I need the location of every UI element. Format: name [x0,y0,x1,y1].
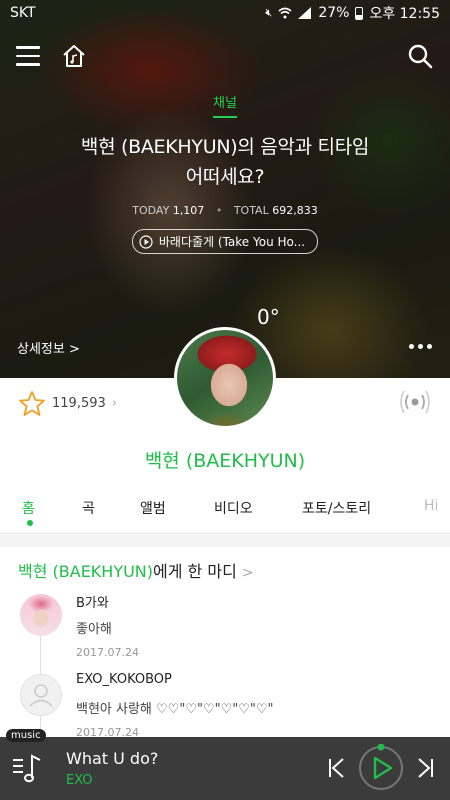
hero-title: 백현 (BAEKHYUN)의 음악과 티타임 어떠세요? [0,132,450,192]
play-icon [139,234,153,249]
featured-song-button[interactable]: 바래다줄게 (Take You Ho... [131,229,319,254]
more-options-icon[interactable] [409,344,432,349]
default-avatar-icon[interactable] [20,674,62,716]
stats-separator: • [215,204,223,217]
like-button[interactable]: 119,593 › [18,390,117,417]
comment-username: EXO_KOKOBOP [76,672,172,687]
mute-icon: 🔇︎ [265,6,273,19]
visitor-stats: TODAY 1,107 • TOTAL 692,833 [0,204,450,217]
hero-title-line2: 어떠세요? [185,166,265,188]
menu-icon[interactable] [16,46,40,68]
playlist-icon[interactable] [10,751,46,787]
comments-title-artist: 백현 (BAEKHYUN) [18,562,154,581]
now-playing-artist: EXO [66,773,93,788]
battery-icon [355,6,364,20]
channel-label: 채널 [213,92,237,118]
comment-date: 2017.07.24 [76,646,139,659]
total-label: TOTAL [233,204,269,217]
comment-text: 백현아 사랑해 ♡♡"♡"♡"♡"♡"♡" [76,702,274,717]
music-home-icon[interactable] [60,42,88,70]
tab-songs[interactable]: 곡 [82,498,95,518]
degree-temperature[interactable]: 0° [257,305,280,329]
hero-title-line1: 백현 (BAEKHYUN)의 음악과 티타임 [80,136,370,158]
wifi-icon [278,7,292,19]
artist-avatar[interactable] [174,327,276,429]
comment-text: 좋아해 [76,622,112,637]
previous-track-icon[interactable] [326,755,348,781]
commenter-avatar[interactable] [20,594,62,636]
details-link[interactable]: 상세정보 > [17,338,80,357]
music-badge: music [6,729,46,742]
top-navigation [0,40,450,76]
comments-title-text: 에게 한 마디 [153,562,237,581]
mini-player[interactable]: music What U do? EXO [0,729,450,800]
status-bar: SKT 🔇︎ 27% 오후 12:55 [0,0,450,26]
tab-videos[interactable]: 비디오 [214,498,253,518]
tab-home[interactable]: 홈 [22,498,35,518]
tab-hi[interactable]: Hi [424,498,438,514]
today-count: 1,107 [172,204,205,217]
chevron-right-icon: > [241,565,254,581]
search-icon[interactable] [406,42,434,70]
today-label: TODAY [132,204,170,217]
total-count: 692,833 [272,204,318,217]
chevron-right-icon: › [111,396,117,411]
comment-username: B가와 [76,596,109,611]
comments-section-title[interactable]: 백현 (BAEKHYUN)에게 한 마디 > [18,558,254,582]
section-divider [0,535,450,547]
star-icon [19,391,45,416]
status-icons: 🔇︎ 27% 오후 12:55 [265,3,440,23]
next-track-icon[interactable] [414,755,436,781]
featured-song-title: 바래다줄게 (Take You Ho... [158,235,306,249]
like-count: 119,593 [52,396,106,411]
hero-info: 채널 백현 (BAEKHYUN)의 음악과 티타임 어떠세요? TODAY 1,… [0,92,450,254]
now-playing-title: What U do? [66,749,159,768]
channel-tabs: 홈 곡 앨범 비디오 포토/스토리 Hi [0,494,450,534]
play-button[interactable] [357,744,405,792]
carrier-label: SKT [10,5,36,21]
active-tab-indicator [27,520,33,526]
artist-name: 백현 (BAEKHYUN) [144,450,306,472]
signal-icon [298,7,312,19]
tab-photo-story[interactable]: 포토/스토리 [302,498,371,518]
clock: 오후 12:55 [369,6,440,22]
broadcast-icon[interactable] [398,388,432,416]
tab-albums[interactable]: 앨범 [140,498,166,518]
battery-percent: 27% [318,5,350,21]
